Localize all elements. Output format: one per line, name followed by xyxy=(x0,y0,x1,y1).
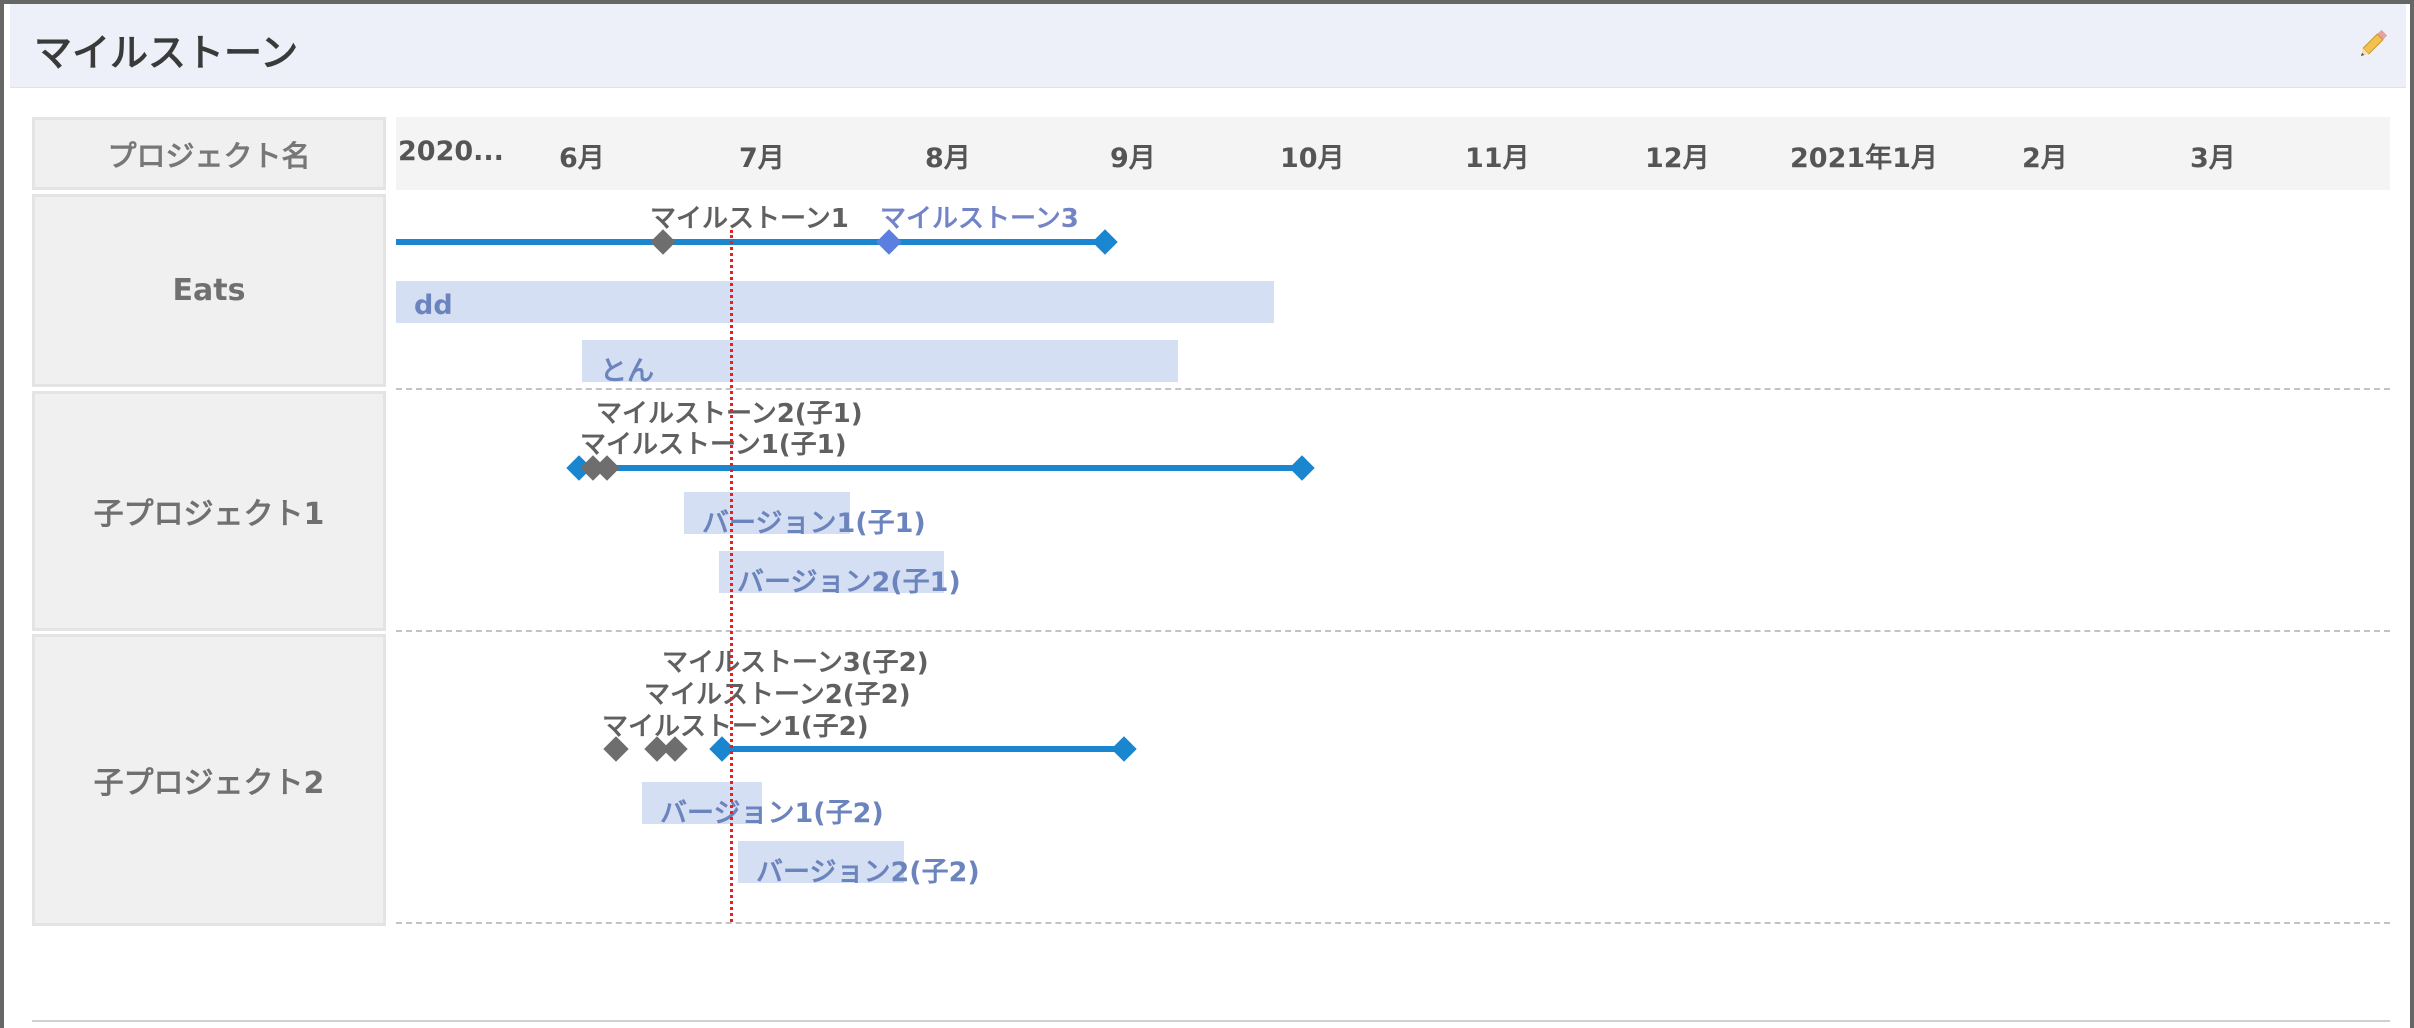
milestone-label[interactable]: マイルストーン1(子1) xyxy=(580,424,847,461)
version-label[interactable]: dd xyxy=(414,290,453,321)
version-label[interactable]: バージョン1(子1) xyxy=(702,501,926,540)
month-label: 12月 xyxy=(1645,143,1710,174)
month-label: 2月 xyxy=(2022,143,2068,174)
pencil-icon[interactable] xyxy=(2355,26,2391,62)
version-bar[interactable] xyxy=(396,281,1274,323)
version-bar[interactable] xyxy=(582,340,1178,382)
version-label[interactable]: バージョン2(子2) xyxy=(756,850,980,889)
month-label: 6月 xyxy=(559,143,605,174)
milestone-timeline xyxy=(722,746,1124,752)
bottom-divider xyxy=(32,1020,2390,1022)
milestone-timeline xyxy=(396,239,1106,245)
row-separator xyxy=(396,388,2390,390)
milestone-label[interactable]: マイルストーン1(子2) xyxy=(602,706,869,743)
today-line xyxy=(730,230,733,922)
month-label: 3月 xyxy=(2190,143,2236,174)
timeline-header xyxy=(396,117,2390,190)
month-label: 9月 xyxy=(1110,143,1156,174)
month-label: 7月 xyxy=(739,143,785,174)
row-separator xyxy=(396,630,2390,632)
version-label[interactable]: とん xyxy=(600,349,654,388)
month-label: 2021年1月 xyxy=(1790,143,1938,174)
milestone-timeline xyxy=(578,465,1302,471)
milestone-label[interactable]: マイルストーン3 xyxy=(880,198,1079,235)
row-separator xyxy=(396,922,2390,924)
version-label[interactable]: バージョン1(子2) xyxy=(660,791,884,830)
month-label: 2020... xyxy=(398,136,504,167)
milestone-label[interactable]: マイルストーン1 xyxy=(650,198,849,235)
month-label: 8月 xyxy=(925,143,971,174)
project-name-header: プロジェクト名 xyxy=(32,117,386,190)
month-label: 10月 xyxy=(1280,143,1345,174)
project-name-eats[interactable]: Eats xyxy=(32,194,386,387)
section-header: マイルストーン xyxy=(10,4,2406,88)
section-title: マイルストーン xyxy=(34,31,299,75)
version-label[interactable]: バージョン2(子1) xyxy=(737,560,961,599)
project-name-child1[interactable]: 子プロジェクト1 xyxy=(32,391,386,631)
project-name-child2[interactable]: 子プロジェクト2 xyxy=(32,634,386,926)
month-label: 11月 xyxy=(1465,143,1530,174)
